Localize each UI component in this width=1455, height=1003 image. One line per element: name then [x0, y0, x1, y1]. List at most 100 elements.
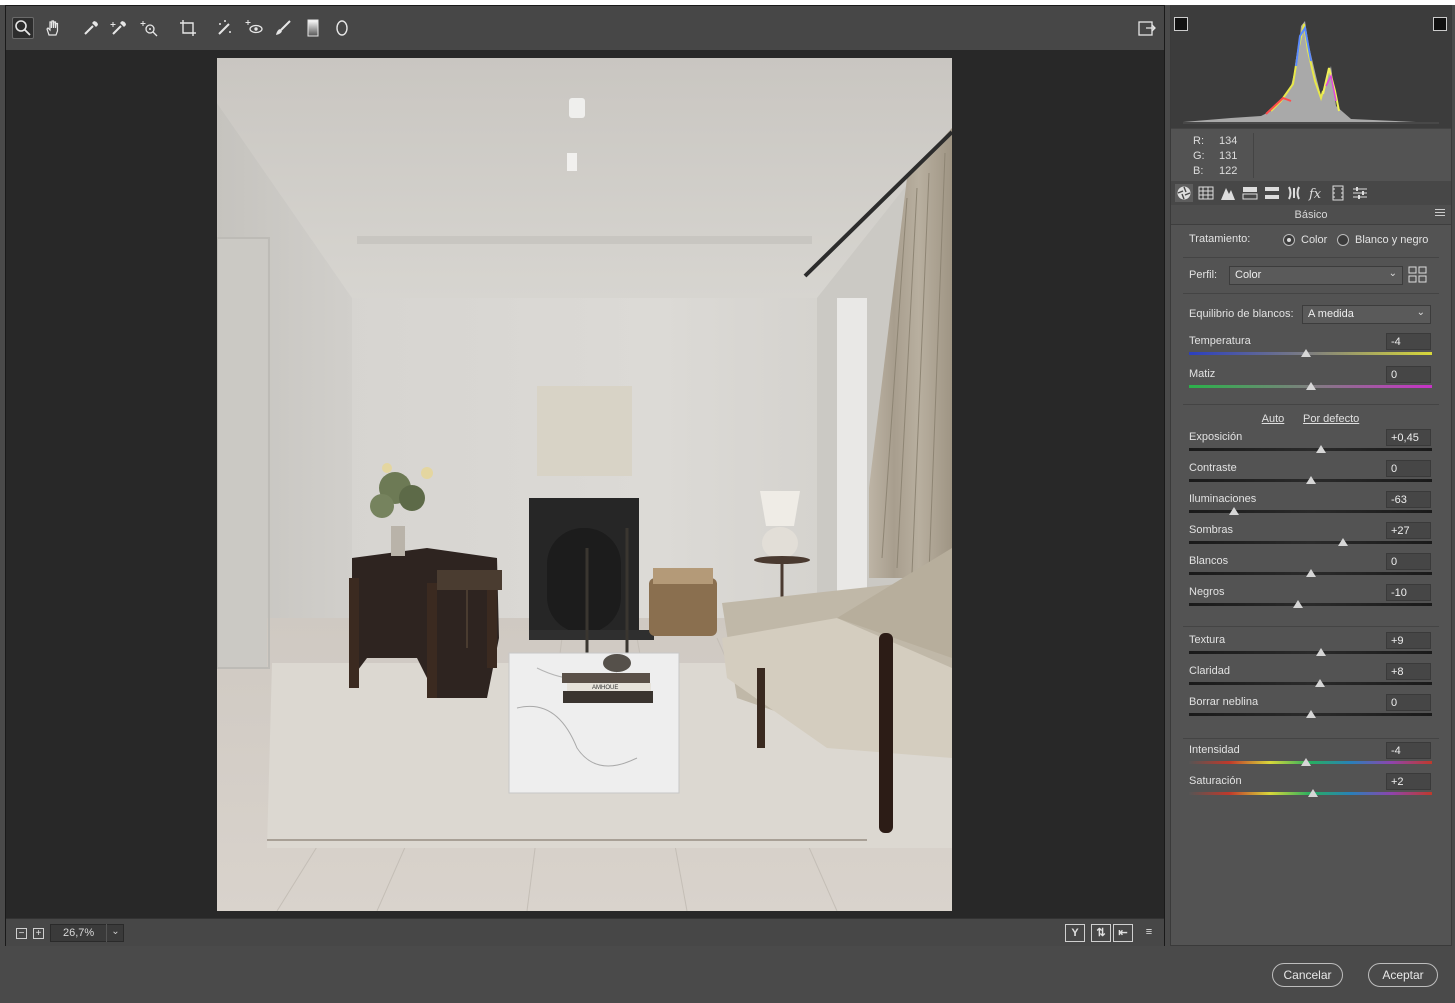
accept-button[interactable]: Aceptar — [1368, 963, 1438, 987]
adjustment-brush-icon[interactable] — [272, 17, 294, 39]
zoom-out-button[interactable]: − — [16, 928, 27, 939]
slider-thumb[interactable] — [1316, 648, 1327, 656]
tab-presets-icon[interactable] — [1351, 184, 1369, 202]
toggle-settings-button[interactable]: ≡ — [1139, 924, 1159, 942]
svg-text:fx: fx — [1308, 187, 1322, 201]
divider — [1183, 404, 1439, 405]
slider-value-input[interactable]: 0 — [1386, 366, 1431, 383]
slider-thumb[interactable] — [1305, 569, 1316, 577]
swap-before-after-button[interactable]: ⇅ — [1091, 924, 1111, 942]
targeted-adjustment-icon[interactable] — [138, 17, 160, 39]
treatment-color-radio[interactable] — [1283, 234, 1295, 246]
tab-effects-fx-icon[interactable]: fx — [1307, 184, 1325, 202]
white-balance-select[interactable]: A medida ⌄ — [1302, 305, 1431, 324]
view-mode-button[interactable]: Y — [1065, 924, 1085, 942]
zoom-in-button[interactable]: + — [33, 928, 44, 939]
divider — [1183, 626, 1439, 627]
cancel-button[interactable]: Cancelar — [1272, 963, 1343, 987]
auto-link-text[interactable]: Auto — [1262, 413, 1285, 425]
slider-thumb[interactable] — [1228, 507, 1239, 515]
tab-hsl-icon[interactable] — [1241, 184, 1259, 202]
slider-thumb[interactable] — [1305, 382, 1316, 390]
panel-menu-icon[interactable] — [1435, 209, 1445, 218]
slider-thumb[interactable] — [1315, 679, 1326, 687]
crop-icon[interactable] — [177, 17, 199, 39]
slider-thumb[interactable] — [1300, 349, 1311, 357]
slider-thumb[interactable] — [1305, 476, 1316, 484]
r-label: R: — [1193, 135, 1204, 147]
slider-label: Borrar neblina — [1189, 696, 1259, 708]
tab-detail-icon[interactable] — [1219, 184, 1237, 202]
auto-link[interactable]: Auto — [1251, 413, 1295, 425]
slider-value-input[interactable]: -63 — [1386, 491, 1431, 508]
slider-thumb[interactable] — [1300, 758, 1311, 766]
slider-thumb[interactable] — [1305, 710, 1316, 718]
treatment-bw-radio[interactable] — [1337, 234, 1349, 246]
default-link[interactable]: Por defecto — [1303, 413, 1359, 425]
g-readout: G: 131 — [1193, 150, 1237, 162]
white-balance-eyedropper-icon[interactable] — [80, 17, 102, 39]
profile-select[interactable]: Color ⌄ — [1229, 266, 1403, 285]
slider-value-input[interactable]: +8 — [1386, 663, 1431, 680]
divider — [1183, 257, 1439, 258]
rgb-divider — [1253, 133, 1254, 178]
chevron-down-icon: ⌄ — [1388, 268, 1397, 279]
hand-tool-icon[interactable] — [42, 17, 64, 39]
profile-browser-grid-icon[interactable] — [1408, 266, 1428, 284]
open-preferences-icon[interactable] — [1136, 17, 1158, 39]
slider-value-input[interactable]: 0 — [1386, 553, 1431, 570]
photo-preview: AMHOUE — [217, 58, 952, 911]
treatment-color-label[interactable]: Color — [1301, 234, 1327, 246]
g-label: G: — [1193, 150, 1205, 162]
slider-label: Blancos — [1189, 555, 1229, 567]
tab-tone-curve-icon[interactable] — [1197, 184, 1215, 202]
tab-lens-corrections-icon[interactable] — [1285, 184, 1303, 202]
default-link-text[interactable]: Por defecto — [1303, 413, 1359, 425]
dialog-footer: Cancelar Aceptar — [0, 946, 1455, 1003]
image-canvas[interactable]: AMHOUE — [6, 50, 1164, 916]
slider-value-input[interactable]: -10 — [1386, 584, 1431, 601]
radial-filter-icon[interactable] — [331, 17, 353, 39]
slider-label: Saturación — [1189, 775, 1242, 787]
zoom-dropdown-chevron-icon[interactable]: ⌄ — [106, 924, 124, 942]
tab-calibration-icon[interactable] — [1329, 184, 1347, 202]
panel-title: Básico — [1171, 205, 1451, 225]
slider-label: Sombras — [1189, 524, 1234, 536]
slider-value-input[interactable]: 0 — [1386, 460, 1431, 477]
slider-value-input[interactable]: +2 — [1386, 773, 1431, 790]
zoom-tool-icon[interactable] — [12, 17, 34, 39]
graduated-filter-icon[interactable] — [302, 17, 324, 39]
chevron-down-icon: ⌄ — [1416, 307, 1425, 318]
r-value: 134 — [1219, 135, 1238, 147]
red-eye-icon[interactable] — [243, 17, 265, 39]
tool-bar — [6, 6, 1164, 50]
slider-thumb[interactable] — [1307, 789, 1318, 797]
slider-value-input[interactable]: -4 — [1386, 333, 1431, 350]
slider-track[interactable] — [1189, 651, 1432, 654]
slider-value-input[interactable]: +27 — [1386, 522, 1431, 539]
slider-track[interactable] — [1189, 541, 1432, 544]
slider-value-input[interactable]: +9 — [1386, 632, 1431, 649]
tab-split-toning-icon[interactable] — [1263, 184, 1281, 202]
spot-removal-icon[interactable] — [214, 17, 236, 39]
slider-track[interactable] — [1189, 603, 1432, 606]
color-sampler-icon[interactable] — [108, 17, 130, 39]
histogram — [1171, 6, 1451, 128]
slider-track[interactable] — [1189, 682, 1432, 685]
slider-value-input[interactable]: +0,45 — [1386, 429, 1431, 446]
b-label: B: — [1193, 165, 1204, 177]
slider-value-input[interactable]: -4 — [1386, 742, 1431, 759]
slider-track[interactable] — [1189, 448, 1432, 451]
white-balance-select-value: A medida — [1308, 308, 1354, 320]
slider-track[interactable] — [1189, 510, 1432, 513]
slider-thumb[interactable] — [1338, 538, 1349, 546]
slider-label: Contraste — [1189, 462, 1237, 474]
panel-tabs: fx — [1171, 181, 1451, 205]
tab-basic-aperture-icon[interactable] — [1175, 184, 1193, 202]
slider-thumb[interactable] — [1316, 445, 1327, 453]
profile-label: Perfil: — [1189, 269, 1218, 281]
copy-settings-button[interactable]: ⇤ — [1113, 924, 1133, 942]
treatment-bw-label[interactable]: Blanco y negro — [1355, 234, 1428, 246]
slider-thumb[interactable] — [1293, 600, 1304, 608]
slider-value-input[interactable]: 0 — [1386, 694, 1431, 711]
